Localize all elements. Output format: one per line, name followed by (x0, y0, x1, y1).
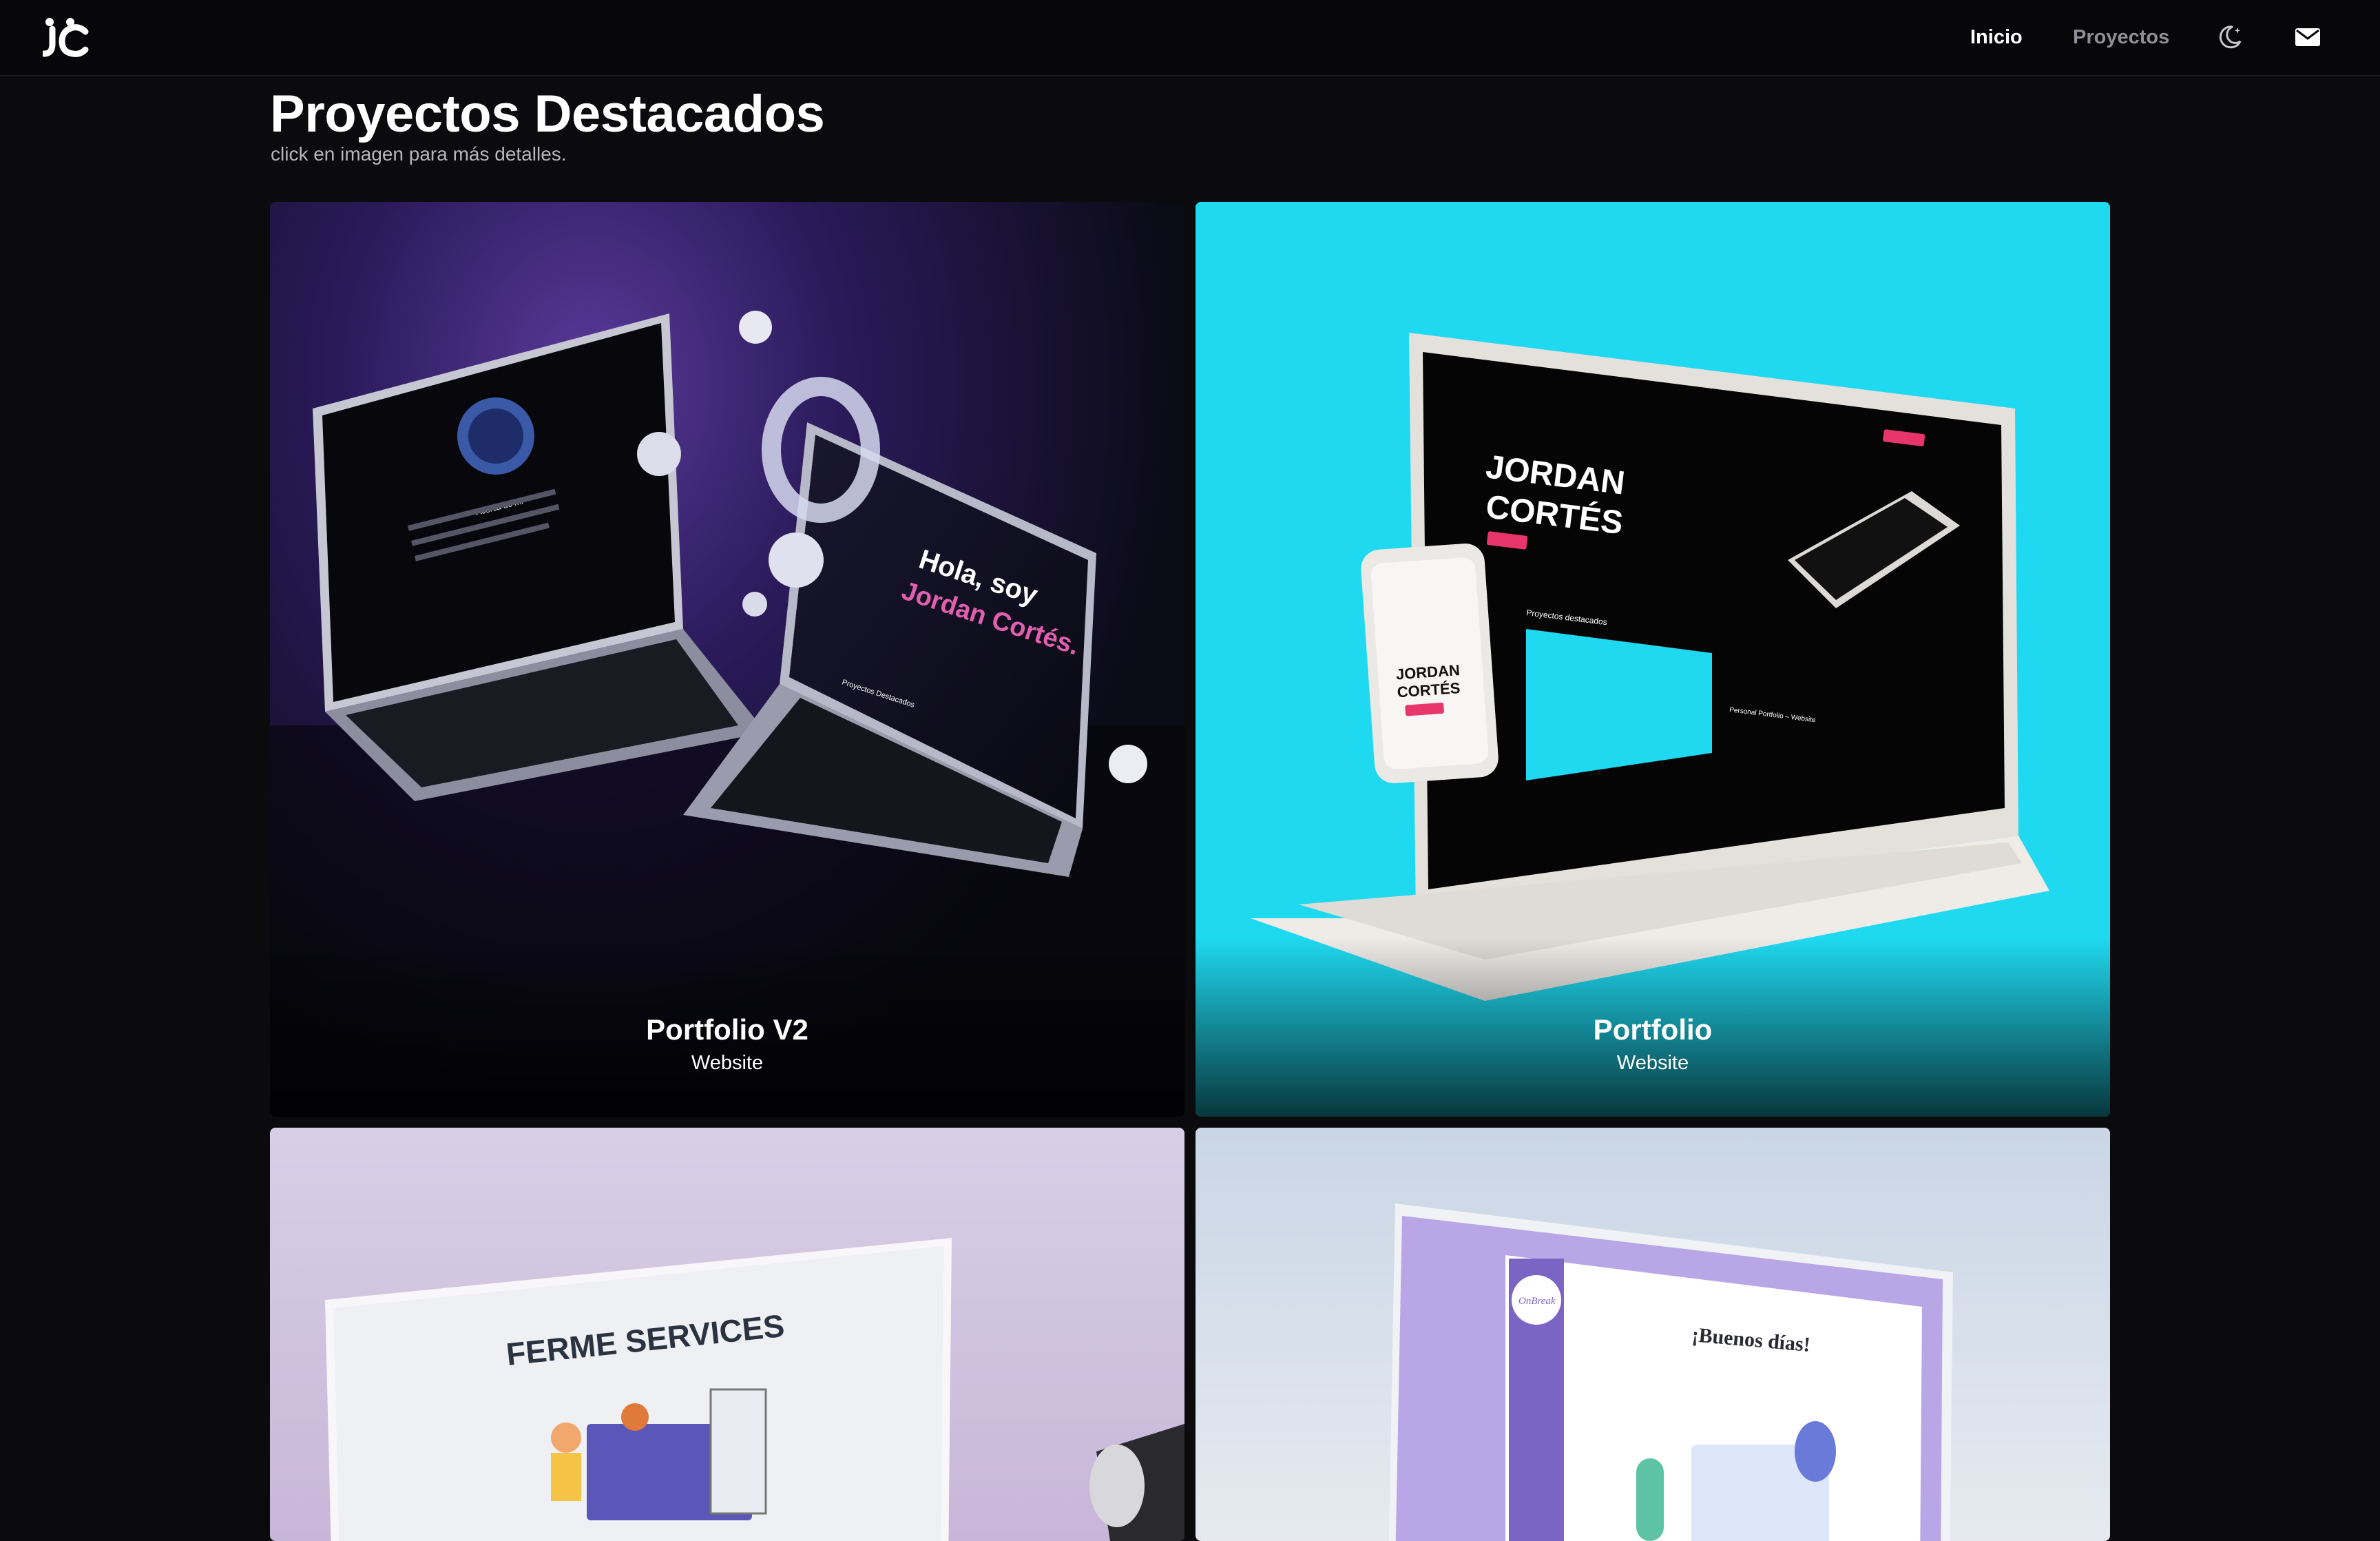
project-card-portfolio-v2[interactable]: Acerca de mí Hola, soy Jordan Cortés. Pr… (270, 202, 1184, 1117)
card-title: Portfolio (1593, 1013, 1713, 1046)
card-title: Portfolio V2 (646, 1013, 808, 1046)
nav-link-inicio[interactable]: Inicio (1970, 23, 2023, 51)
logo-jc[interactable] (43, 17, 91, 58)
mail-icon[interactable] (2293, 22, 2323, 52)
project-card-ferme-services[interactable]: FERME SERVICES (270, 1128, 1184, 1541)
card-caption: Portfolio V2 Website (270, 1012, 1184, 1077)
project-image-onbreak: OnBreak ¡Buenos días! (1388, 1203, 1953, 1541)
project-card-portfolio[interactable]: JORDAN CORTÉS Proyectos destacados Perso… (1196, 202, 2110, 1117)
page-subtitle: click en imagen para más detalles. (271, 143, 567, 165)
project-image-ferme-services: FERME SERVICES (325, 1238, 1184, 1541)
screen-onbreak-logo: OnBreak (1518, 1296, 1556, 1307)
card-type: Website (691, 1052, 764, 1074)
top-navbar: Inicio Proyectos (0, 0, 2380, 76)
card-caption: Portfolio Website (1196, 1012, 2110, 1077)
nav-link-proyectos[interactable]: Proyectos (2073, 23, 2169, 51)
page-title: Proyectos Destacados (270, 85, 825, 143)
card-type: Website (1616, 1052, 1689, 1074)
theme-moon-icon[interactable] (2215, 22, 2245, 52)
project-card-onbreak[interactable]: OnBreak ¡Buenos días! (1196, 1128, 2110, 1541)
